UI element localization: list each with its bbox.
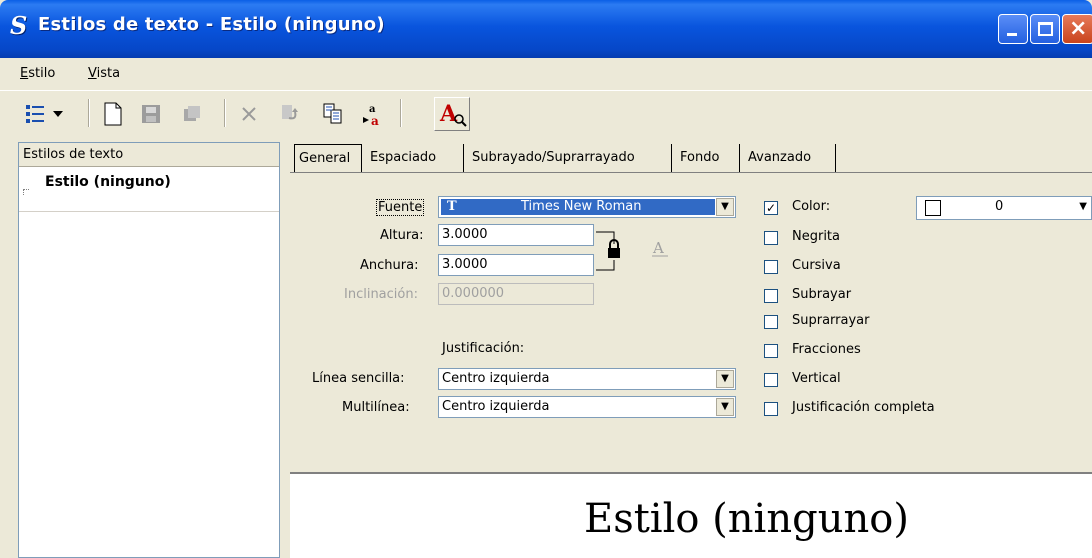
justification-heading: Justificación: [442,341,525,356]
text-size-disabled-icon: A [652,239,668,257]
underline-checkbox[interactable] [764,289,778,303]
export-icon[interactable] [318,99,348,129]
truetype-icon: T [447,199,457,214]
height-label: Altura: [380,228,424,243]
tab-subrayado[interactable]: Subrayado/Suprarrayado [468,144,672,172]
chevron-down-icon[interactable]: ▼ [716,198,734,216]
overline-checkbox[interactable] [764,315,778,329]
fractions-checkbox[interactable] [764,344,778,358]
new-style-icon[interactable] [98,99,128,129]
bold-checkbox[interactable] [764,231,778,245]
maximize-button[interactable] [1030,14,1060,44]
menu-bar: Estilo Vista [0,58,1092,88]
preview-text: Estilo (ninguno) [584,496,909,542]
color-select[interactable]: 0 ▼ [916,196,1092,220]
import-icon [276,99,306,129]
width-field[interactable]: 3.0000 [438,254,594,276]
single-line-value: Centro izquierda [442,371,550,386]
width-label: Anchura: [360,258,419,273]
color-checkbox[interactable]: ✓ [764,201,778,215]
font-value: Times New Roman [521,199,642,214]
color-swatch [925,200,941,216]
app-icon: S [10,11,28,40]
tree-connector [23,189,29,195]
save-icon [136,99,166,129]
sync-icon[interactable]: aa [358,99,388,129]
full-justification-checkbox[interactable] [764,402,778,416]
font-select[interactable]: T Times New Roman ▼ [438,196,736,218]
close-button[interactable]: × [1062,14,1092,44]
bold-label: Negrita [792,229,840,244]
height-field[interactable]: 3.0000 [438,224,594,246]
style-item-ninguno[interactable]: Estilo (ninguno) [45,174,171,190]
title-bar: S Estilos de texto - Estilo (ninguno) × [0,0,1092,58]
styles-list-header: Estilos de texto [19,143,279,167]
minimize-button[interactable] [998,14,1028,44]
toolbar: aa A [0,90,1092,136]
slant-field: 0.000000 [438,283,594,305]
text-style-icon[interactable]: A [434,97,470,131]
tab-espaciado[interactable]: Espaciado [366,144,464,172]
toolbar-separator [224,99,226,127]
panel-splitter[interactable] [280,142,290,558]
styles-tree-panel: Estilos de texto Estilo (ninguno) [18,142,280,558]
vertical-label: Vertical [792,371,841,386]
svg-text:A: A [439,101,458,127]
chevron-down-icon[interactable]: ▼ [716,370,734,388]
fractions-label: Fracciones [792,342,861,357]
italic-label: Cursiva [792,258,841,273]
dropdown-arrow-icon[interactable] [50,99,66,129]
multiline-label: Multilínea: [342,400,410,415]
font-label: Fuente [376,199,425,216]
lock-icon[interactable] [596,230,636,274]
slant-label: Inclinación: [344,287,418,302]
menu-estilo[interactable]: Estilo [20,66,55,81]
tree-view-icon[interactable] [20,99,50,129]
full-justification-label: Justificación completa [792,400,935,415]
text-preview-pane: Estilo (ninguno) [290,472,1092,558]
svg-text:a: a [371,114,379,127]
single-line-label: Línea sencilla: [312,371,405,386]
delete-icon [234,99,264,129]
underline-label: Subrayar [792,287,852,302]
chevron-down-icon[interactable]: ▼ [716,398,734,416]
tab-fondo[interactable]: Fondo [676,144,740,172]
multiline-value: Centro izquierda [442,399,550,414]
toolbar-separator [88,99,90,127]
color-label: Color: [792,199,831,214]
menu-vista[interactable]: Vista [88,66,120,81]
overline-label: Suprarrayar [792,313,870,328]
list-divider [19,211,279,212]
svg-text:A: A [652,239,664,257]
vertical-checkbox[interactable] [764,373,778,387]
italic-checkbox[interactable] [764,260,778,274]
chevron-down-icon[interactable]: ▼ [1079,201,1087,212]
color-value: 0 [995,199,1004,214]
tab-avanzado[interactable]: Avanzado [744,144,836,172]
window-title: Estilos de texto - Estilo (ninguno) [38,14,385,35]
copy-icon [176,99,206,129]
multiline-select[interactable]: Centro izquierda ▼ [438,396,736,418]
toolbar-separator [400,99,402,127]
single-line-select[interactable]: Centro izquierda ▼ [438,368,736,390]
tab-general[interactable]: General [294,144,362,172]
